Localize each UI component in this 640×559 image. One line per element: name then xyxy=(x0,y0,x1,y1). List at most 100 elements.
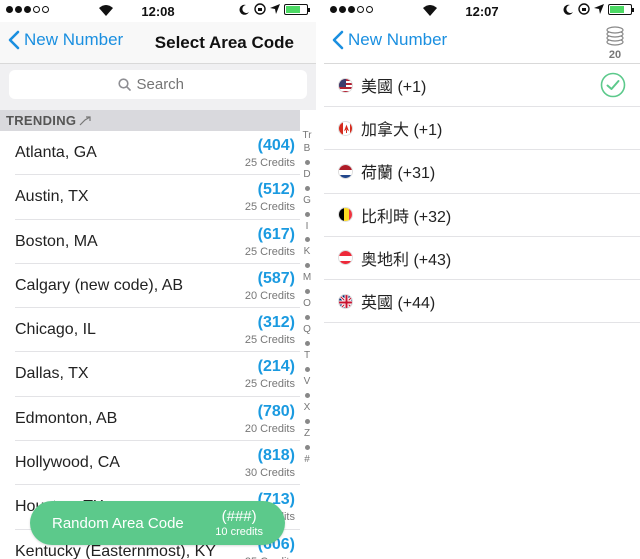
area-name: Boston, MA xyxy=(15,232,98,250)
area-code: (780) xyxy=(257,402,295,420)
battery-icon xyxy=(284,3,310,15)
area-name: Edmonton, AB xyxy=(15,409,118,427)
area-credits: 20 Credits xyxy=(244,422,295,435)
country-row[interactable]: 荷蘭 (+31) xyxy=(324,150,640,194)
area-credits: 25 Credits xyxy=(244,157,295,169)
index-letter[interactable]: I xyxy=(306,221,309,234)
area-name: Austin, TX xyxy=(15,188,89,206)
index-dot xyxy=(304,159,310,165)
screen-divider xyxy=(316,0,324,559)
flag-at-icon xyxy=(338,250,353,266)
area-name: Hollywood, CA xyxy=(15,454,120,472)
search-icon xyxy=(117,78,131,91)
index-dot xyxy=(304,315,310,321)
index-letter[interactable]: # xyxy=(304,454,310,467)
moon-icon xyxy=(239,4,249,15)
back-label: New Number xyxy=(348,30,448,49)
index-dot xyxy=(304,185,310,191)
index-letter[interactable]: T xyxy=(304,350,310,363)
index-dot xyxy=(304,237,310,243)
index-letter[interactable]: Q xyxy=(303,324,311,337)
flag-ca-icon xyxy=(338,120,353,136)
random-area-code-button[interactable]: Random Area Code (###) 10 credits xyxy=(30,501,285,545)
area-code: (818) xyxy=(257,447,295,465)
area-code-row[interactable]: Chicago, IL (312) 25 Credits xyxy=(15,308,300,353)
area-credits: 25 Credits xyxy=(244,245,295,258)
index-dot xyxy=(304,418,310,424)
index-dot xyxy=(304,366,310,372)
index-letter[interactable]: O xyxy=(303,298,311,311)
area-code-screen: 12:08 New Number Select Area Code TRENDI… xyxy=(0,0,316,559)
index-letter[interactable]: G xyxy=(303,195,311,208)
area-credits: 25 Credits xyxy=(244,334,295,347)
area-name: Chicago, IL xyxy=(15,321,96,339)
area-code-row[interactable]: Boston, MA (617) 25 Credits xyxy=(15,220,300,264)
index-letter[interactable]: K xyxy=(304,246,311,259)
coins-icon xyxy=(606,26,624,46)
area-code-row[interactable]: Calgary (new code), AB (587) 20 Credits xyxy=(15,264,300,309)
search-bar xyxy=(0,64,316,110)
status-icons xyxy=(239,3,310,15)
random-button-info: (###) 10 credits xyxy=(215,508,263,538)
back-label: New Number xyxy=(24,30,124,49)
area-name: Atlanta, GA xyxy=(15,144,97,161)
index-letter[interactable]: X xyxy=(304,402,311,415)
area-code: (404) xyxy=(257,137,295,154)
index-letter[interactable]: V xyxy=(304,376,311,389)
location-icon xyxy=(270,4,280,14)
index-letter[interactable]: Tr xyxy=(302,130,311,143)
area-code-row[interactable]: Edmonton, AB (780) 20 Credits xyxy=(15,397,300,442)
status-bar: 12:08 xyxy=(0,0,316,22)
back-button[interactable]: New Number xyxy=(332,30,447,50)
country-row[interactable]: 美國 (+1) xyxy=(324,64,640,108)
flag-nl-icon xyxy=(338,163,353,179)
index-dot xyxy=(304,211,310,217)
back-button[interactable]: New Number xyxy=(8,30,123,50)
area-code-row[interactable]: Hollywood, CA (818) 30 Credits xyxy=(15,441,300,486)
nav-bar: New Number 20 xyxy=(324,22,640,64)
section-index[interactable]: Tr B D G I K M O Q T V X Z # xyxy=(301,130,313,466)
index-dot xyxy=(304,289,310,295)
chevron-left-icon xyxy=(332,30,344,50)
country-name: 奥地利 (+43) xyxy=(361,251,452,269)
country-name: 荷蘭 (+31) xyxy=(361,165,436,183)
area-code-list: Atlanta, GA (404) 25 Credits Austin, TX (512… xyxy=(0,131,300,559)
country-row[interactable]: 奥地利 (+43) xyxy=(324,237,640,280)
country-name: 加拿大 (+1) xyxy=(361,122,443,140)
country-row[interactable]: 比利時 (+32) xyxy=(324,194,640,237)
area-credits: 20 Credits xyxy=(244,289,295,302)
country-screen: 12:07 New Number 20 美國 (+1) 加拿大 (+1) 荷蘭 (+… xyxy=(324,0,640,559)
country-row[interactable]: 加拿大 (+1) xyxy=(324,107,640,151)
index-letter[interactable]: M xyxy=(303,272,311,285)
section-label: TRENDING xyxy=(6,113,77,128)
area-credits: 25 Credits xyxy=(244,378,295,391)
country-row[interactable]: 英國 (+44) xyxy=(324,280,640,324)
area-code-row[interactable]: Dallas, TX (214) 25 Credits xyxy=(15,352,300,397)
search-input[interactable] xyxy=(136,76,199,93)
area-code: (214) xyxy=(257,358,295,376)
nav-bar: New Number Select Area Code xyxy=(0,22,316,64)
area-code: (512) xyxy=(257,181,295,199)
random-button-code: (###) xyxy=(221,508,257,525)
index-letter[interactable]: B xyxy=(304,143,311,156)
country-name: 美國 (+1) xyxy=(361,79,427,97)
section-header-trending: TRENDING xyxy=(0,110,300,131)
search-field[interactable] xyxy=(9,70,307,99)
index-letter[interactable]: D xyxy=(303,169,310,182)
area-code-row[interactable]: Atlanta, GA (404) 25 Credits xyxy=(15,131,300,176)
index-letter[interactable]: Z xyxy=(304,428,310,441)
flag-us-icon xyxy=(338,77,353,93)
status-icons xyxy=(563,3,634,15)
country-name: 比利時 (+32) xyxy=(361,208,452,226)
checkmark-icon xyxy=(600,72,626,98)
area-name: Dallas, TX xyxy=(15,365,89,383)
country-name: 英國 (+44) xyxy=(361,295,436,313)
area-code: (587) xyxy=(257,269,295,287)
page-title: Select Area Code xyxy=(154,33,294,52)
index-dot xyxy=(304,341,310,347)
credits-indicator[interactable]: 20 xyxy=(602,26,628,61)
moon-icon xyxy=(563,4,573,15)
area-code-row[interactable]: Austin, TX (512) 25 Credits xyxy=(15,175,300,220)
country-list: 美國 (+1) 加拿大 (+1) 荷蘭 (+31) 比利時 (+32) 奥地利 (+43… xyxy=(324,64,640,324)
credits-count: 20 xyxy=(608,49,622,61)
